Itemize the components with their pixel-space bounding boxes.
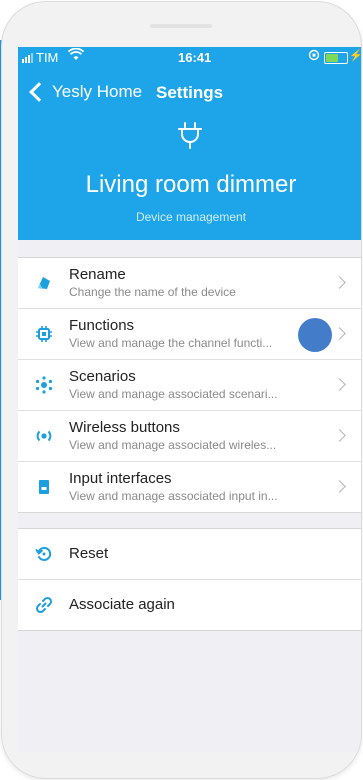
menu-item-subtitle: View and manage associated wireles... xyxy=(69,438,277,452)
menu-item-subtitle: View and manage the channel functi... xyxy=(69,336,273,350)
actions-menu: Reset Associate again xyxy=(18,528,361,631)
page-title: Settings xyxy=(156,83,224,102)
menu-item-title: Input interfaces xyxy=(69,470,172,487)
menu-item-title: Functions xyxy=(69,317,135,334)
menu-item-subtitle: View and manage associated scenari... xyxy=(69,387,278,401)
device-subtitle: Device management xyxy=(135,210,247,224)
chip-icon xyxy=(36,326,52,342)
menu-item-wireless-buttons[interactable]: Wireless buttons View and manage associa… xyxy=(18,411,361,462)
menu-item-scenarios[interactable]: Scenarios View and manage associated sce… xyxy=(18,360,361,411)
app-screen: TIM 16:41 ⚡ Yesly Home Settings Living r… xyxy=(18,47,361,752)
menu-item-title: Wireless buttons xyxy=(69,419,180,436)
scenario-icon xyxy=(35,376,53,394)
wifi-icon xyxy=(68,48,84,60)
header: TIM 16:41 ⚡ Yesly Home Settings Living r… xyxy=(18,47,361,240)
chevron-right-icon xyxy=(333,327,346,340)
touch-indicator xyxy=(298,318,332,352)
phone-frame: TIM 16:41 ⚡ Yesly Home Settings Living r… xyxy=(2,2,361,778)
status-time: 16:41 xyxy=(178,50,212,65)
menu-item-rename[interactable]: Rename Change the name of the device xyxy=(18,258,361,309)
chevron-right-icon xyxy=(333,276,346,289)
associate-again-button[interactable]: Associate again xyxy=(18,580,361,630)
phone-speaker xyxy=(150,24,212,28)
plug-icon xyxy=(178,122,202,149)
chevron-left-icon xyxy=(29,82,49,102)
reset-button[interactable]: Reset xyxy=(18,529,361,580)
device-name: Living room dimmer xyxy=(85,171,297,198)
chevron-right-icon xyxy=(333,378,346,391)
chevron-right-icon xyxy=(333,480,346,493)
orientation-lock-icon xyxy=(308,49,320,61)
tag-icon xyxy=(38,277,50,289)
menu-item-title: Rename xyxy=(69,266,126,283)
input-icon xyxy=(39,480,49,494)
menu-item-title: Scenarios xyxy=(69,368,136,385)
nav-bar: Yesly Home Settings xyxy=(18,77,361,107)
back-label: Yesly Home xyxy=(52,82,143,101)
battery-icon xyxy=(324,52,348,64)
reset-label: Reset xyxy=(69,545,109,562)
charging-icon: ⚡ xyxy=(349,50,361,62)
signal-icon xyxy=(22,53,33,63)
chevron-right-icon xyxy=(333,429,346,442)
settings-menu: Rename Change the name of the device Fun… xyxy=(18,257,361,513)
menu-item-subtitle: View and manage associated input in... xyxy=(69,489,278,503)
reset-icon xyxy=(35,546,52,561)
wireless-icon xyxy=(36,430,52,442)
back-button[interactable]: Yesly Home xyxy=(28,77,142,107)
associate-again-label: Associate again xyxy=(69,596,175,613)
status-bar: TIM 16:41 ⚡ xyxy=(18,47,361,69)
menu-item-subtitle: Change the name of the device xyxy=(69,285,236,299)
menu-item-input-interfaces[interactable]: Input interfaces View and manage associa… xyxy=(18,462,361,512)
link-icon xyxy=(35,596,53,614)
carrier-label: TIM xyxy=(36,50,59,65)
